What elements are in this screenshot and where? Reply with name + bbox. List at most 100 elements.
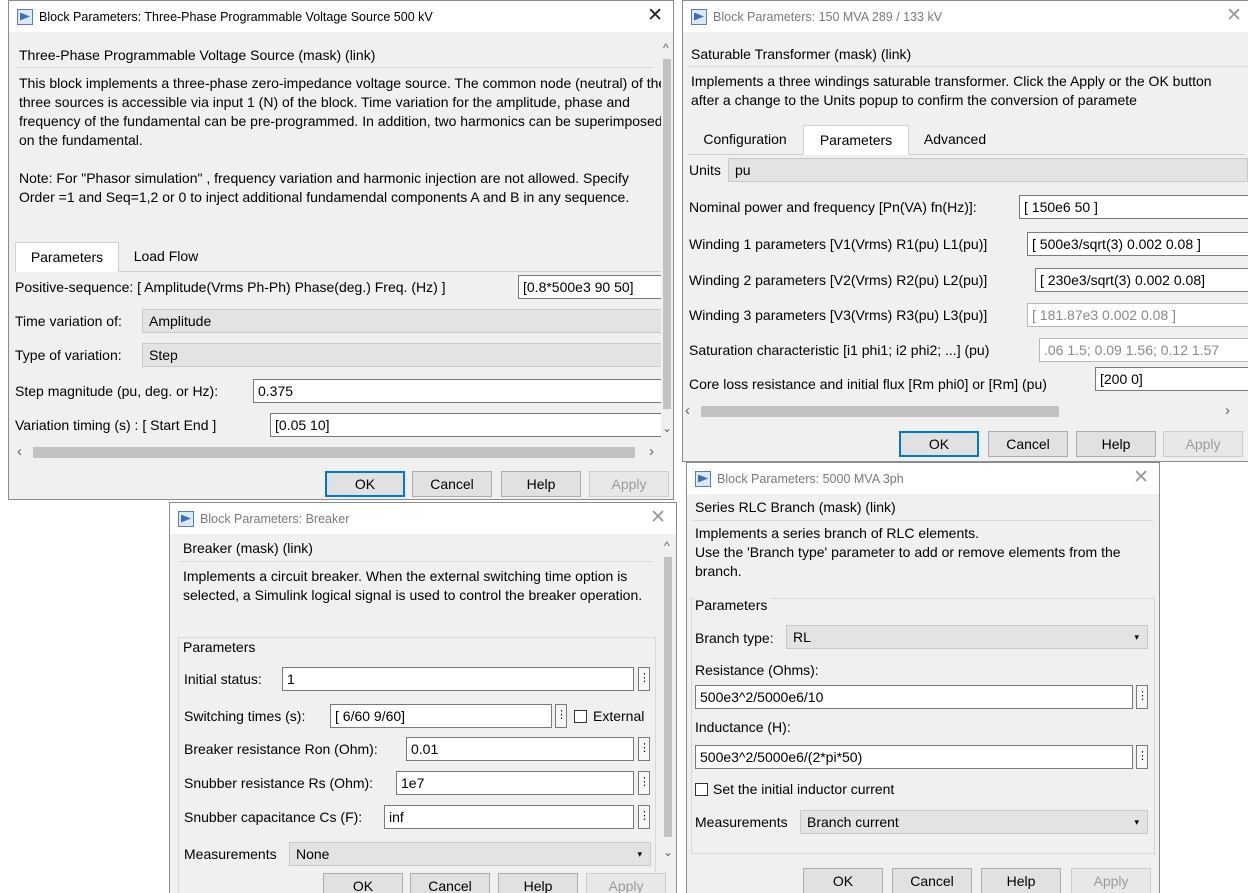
scroll-up-arrow[interactable]: ^ [663, 41, 669, 55]
winding-2-input[interactable]: [ 230e3/sqrt(3) 0.002 0.08] [1035, 268, 1248, 292]
cancel-button[interactable]: Cancel [892, 868, 972, 893]
tab-strip: Configuration Parameters Advanced [689, 125, 1245, 155]
scroll-thumb[interactable] [664, 557, 672, 837]
block-description: This block implements a three-phase zero… [19, 75, 667, 148]
scroll-thumb[interactable] [663, 59, 671, 409]
close-icon[interactable]: ✕ [650, 507, 666, 529]
saturation-label: Saturation characteristic [i1 phi1; i2 p… [689, 342, 990, 358]
apply-button[interactable]: Apply [1163, 431, 1243, 457]
rlc-branch-dialog: Block Parameters: 5000 MVA 3ph ✕ Series … [686, 462, 1160, 893]
help-button[interactable]: Help [501, 471, 581, 497]
measurements-select[interactable]: None ▾ [289, 842, 651, 866]
core-loss-input[interactable]: [200 0] [1095, 367, 1248, 391]
scroll-left-arrow[interactable]: ‹ [17, 444, 22, 459]
tab-configuration[interactable]: Configuration [689, 125, 801, 155]
cancel-button[interactable]: Cancel [410, 873, 490, 893]
simulink-block-icon [17, 8, 33, 25]
snubber-resistance-input[interactable]: 1e7 [396, 771, 634, 795]
mask-title: Three-Phase Programmable Voltage Source … [19, 47, 376, 63]
simulink-block-icon [178, 510, 194, 527]
tab-parameters[interactable]: Parameters [803, 125, 909, 155]
tab-load-flow[interactable]: Load Flow [121, 242, 211, 272]
snubber-capacitance-label: Snubber capacitance Cs (F): [184, 809, 363, 825]
winding-3-input[interactable]: [ 181.87e3 0.002 0.08 ] [1027, 303, 1248, 327]
step-magnitude-label: Step magnitude (pu, deg. or Hz): [15, 383, 219, 399]
set-initial-current-checkbox[interactable] [695, 783, 708, 796]
more-options-icon[interactable]: ⋮ [638, 771, 650, 795]
cancel-button[interactable]: Cancel [988, 431, 1068, 457]
mask-title: Saturable Transformer (mask) (link) [691, 46, 912, 62]
initial-status-label: Initial status: [184, 671, 262, 687]
tab-advanced[interactable]: Advanced [909, 125, 1001, 155]
winding-1-input[interactable]: [ 500e3/sqrt(3) 0.002 0.08 ] [1027, 232, 1248, 256]
parameters-group-label: Parameters [183, 639, 260, 655]
window-title: Block Parameters: 5000 MVA 3ph [717, 471, 904, 486]
more-options-icon[interactable]: ⋮ [1136, 685, 1148, 709]
external-checkbox[interactable] [574, 710, 587, 723]
vertical-scrollbar[interactable]: ^ ⌄ [661, 37, 673, 441]
vertical-scrollbar[interactable]: ^ ⌄ [662, 535, 674, 863]
chevron-down-icon: ▾ [637, 849, 642, 859]
ok-button[interactable]: OK [323, 873, 403, 893]
nominal-power-input[interactable]: [ 150e6 50 ] [1019, 195, 1248, 219]
cancel-button[interactable]: Cancel [412, 471, 492, 497]
ok-button[interactable]: OK [899, 431, 979, 457]
title-bar[interactable]: Block Parameters: 150 MVA 289 / 133 kV ✕ [683, 1, 1248, 32]
initial-status-input[interactable]: 1 [282, 667, 634, 691]
type-variation-select[interactable]: Step [142, 343, 668, 367]
horizontal-scrollbar[interactable]: ‹ › [15, 444, 661, 461]
horizontal-scrollbar[interactable]: ‹ › [683, 403, 1248, 420]
tab-parameters[interactable]: Parameters [15, 242, 119, 272]
voltage-source-dialog: Block Parameters: Three-Phase Programmab… [8, 0, 674, 500]
breaker-dialog: Block Parameters: Breaker ✕ Breaker (mas… [169, 502, 677, 893]
time-variation-select[interactable]: Amplitude [142, 309, 668, 333]
inductance-input[interactable]: 500e3^2/5000e6/(2*pi*50) [695, 745, 1133, 769]
close-icon[interactable]: ✕ [1133, 467, 1149, 489]
step-magnitude-input[interactable]: 0.375 [253, 379, 668, 403]
scroll-right-arrow[interactable]: › [649, 444, 654, 459]
scroll-left-arrow[interactable]: ‹ [685, 403, 690, 418]
more-options-icon[interactable]: ⋮ [555, 704, 567, 728]
block-note: Note: For "Phasor simulation" , frequenc… [19, 170, 630, 205]
help-button[interactable]: Help [1076, 431, 1156, 457]
more-options-icon[interactable]: ⋮ [638, 805, 650, 829]
parameters-group-label: Parameters [695, 597, 772, 613]
scroll-down-arrow[interactable]: ⌄ [662, 421, 672, 435]
breaker-resistance-input[interactable]: 0.01 [406, 737, 634, 761]
help-button[interactable]: Help [498, 873, 578, 893]
scroll-thumb[interactable] [33, 447, 635, 458]
title-bar[interactable]: Block Parameters: Breaker ✕ [170, 503, 676, 534]
scroll-right-arrow[interactable]: › [1225, 403, 1230, 418]
ok-button[interactable]: OK [803, 868, 883, 893]
apply-button[interactable]: Apply [589, 471, 669, 497]
variation-timing-input[interactable]: [0.05 10] [270, 413, 668, 437]
mask-title: Series RLC Branch (mask) (link) [695, 499, 896, 515]
more-options-icon[interactable]: ⋮ [638, 667, 650, 691]
ok-button[interactable]: OK [325, 471, 405, 497]
title-bar[interactable]: Block Parameters: 5000 MVA 3ph ✕ [687, 463, 1159, 494]
core-loss-label: Core loss resistance and initial flux [R… [689, 376, 1047, 392]
measurements-select[interactable]: Branch current ▾ [800, 810, 1148, 834]
units-select[interactable]: pu [728, 158, 1248, 182]
external-label: External [593, 708, 645, 724]
scroll-up-arrow[interactable]: ^ [664, 539, 670, 553]
positive-sequence-input[interactable]: [0.8*500e3 90 50] [518, 275, 668, 299]
switching-times-input[interactable]: [ 6/60 9/60] [330, 704, 552, 728]
inductance-label: Inductance (H): [695, 719, 791, 735]
more-options-icon[interactable]: ⋮ [638, 737, 650, 761]
branch-type-select[interactable]: RL ▾ [786, 625, 1148, 649]
apply-button[interactable]: Apply [586, 873, 666, 893]
title-bar[interactable]: Block Parameters: Three-Phase Programmab… [9, 1, 673, 32]
close-icon[interactable]: ✕ [647, 5, 663, 27]
simulink-block-icon [691, 8, 707, 25]
resistance-input[interactable]: 500e3^2/5000e6/10 [695, 685, 1133, 709]
help-button[interactable]: Help [981, 868, 1061, 893]
more-options-icon[interactable]: ⋮ [1136, 745, 1148, 769]
apply-button[interactable]: Apply [1071, 868, 1151, 893]
window-title: Block Parameters: Three-Phase Programmab… [39, 9, 433, 24]
scroll-down-arrow[interactable]: ⌄ [663, 845, 673, 859]
snubber-capacitance-input[interactable]: inf [384, 805, 634, 829]
scroll-thumb[interactable] [701, 406, 1059, 417]
saturation-input[interactable]: .06 1.5; 0.09 1.56; 0.12 1.57 [1039, 338, 1248, 362]
close-icon[interactable]: ✕ [1226, 5, 1242, 27]
